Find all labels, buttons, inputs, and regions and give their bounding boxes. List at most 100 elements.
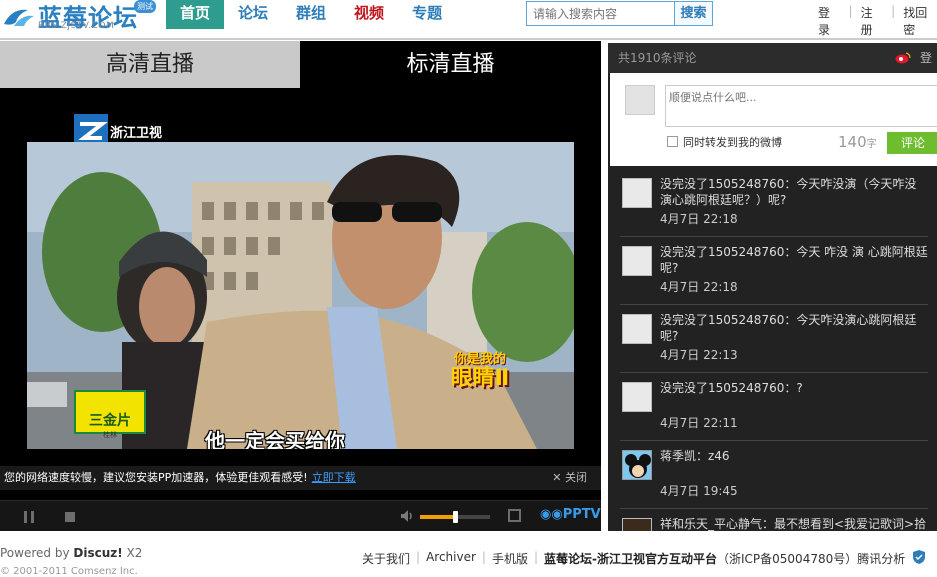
comment-text: 没完没了1505248760：今天 咋没 演 心跳阿根廷呢? — [660, 245, 928, 275]
comment-time: 4月7日 22:18 — [660, 212, 738, 226]
sponsor-logo: 三金片 桂林 — [74, 390, 146, 439]
comment-input[interactable] — [665, 85, 937, 127]
nav-home[interactable]: 首页 — [166, 0, 225, 29]
separator: | — [891, 4, 896, 18]
volume-slider[interactable] — [420, 511, 490, 523]
separator: | — [533, 550, 539, 564]
separator: | — [848, 4, 853, 18]
pptv-brand: PPTV — [562, 507, 601, 522]
show-title-main: 眼睛Ⅱ — [450, 366, 510, 391]
char-count: 140 — [838, 133, 867, 151]
list-item: 没完没了1505248760：今天 咋没 演 心跳阿根廷呢? 4月7日 22:1… — [608, 237, 937, 305]
show-title-logo: 你是我的 眼睛Ⅱ — [425, 348, 535, 392]
avatar[interactable] — [622, 450, 652, 480]
nav-divider — [0, 38, 937, 40]
comments-header: 共1910条评论 登录 — [608, 43, 937, 95]
nav-groups[interactable]: 群组 — [282, 0, 340, 29]
char-counter: 140字 — [838, 133, 877, 151]
main-nav: 首页 论坛 群组 视频 专题 — [166, 0, 456, 29]
video-subtitle: 他一定会买给你 — [205, 429, 345, 449]
video-frame[interactable]: 你是我的 眼睛Ⅱ 三金片 桂林 他一定会买给你 — [27, 142, 574, 449]
powered-by: Powered by Discuz! X2 — [0, 546, 142, 560]
nav-video[interactable]: 视频 — [340, 0, 398, 29]
comment-text: 没完没了1505248760：? — [660, 381, 803, 395]
notice-close-button[interactable]: ✕ 关闭 — [552, 466, 587, 490]
sponsor-name: 三金片 — [89, 413, 131, 429]
tab-sd-live[interactable]: 标清直播 — [300, 41, 601, 88]
powered-version: X2 — [122, 546, 143, 560]
comment-text: 没完没了1505248760：今天咋没演（今天咋没演心跳阿根廷呢？）呢? — [660, 177, 917, 207]
logo-subtitle: BBS.ZJSTV.COM — [38, 21, 115, 31]
submit-comment-button[interactable]: 评论 — [887, 132, 937, 154]
tab-hd-live[interactable]: 高清直播 — [0, 41, 300, 88]
pptv-dot-icon: ◉◉ — [540, 507, 563, 522]
avatar[interactable] — [622, 178, 652, 208]
footer-links: 关于我们 | Archiver | 手机版 | 蓝莓论坛-浙江卫视官方互动平台 … — [362, 550, 927, 567]
list-item: 没完没了1505248760：今天咋没演（今天咋没演心跳阿根廷呢？）呢? 4月7… — [608, 169, 937, 237]
notice-text: 您的网络速度较慢，建议您安装PP加速器，体验更佳观看感受! — [4, 471, 308, 484]
weibo-icon[interactable] — [895, 52, 911, 64]
comment-count: 共1910条评论 — [618, 51, 697, 65]
register-link[interactable]: 注册 — [861, 4, 884, 38]
download-link[interactable]: 立即下载 — [312, 471, 356, 484]
comments-panel: 共1910条评论 登录 同时转发到我的微博 140字 评论 没完没了150524… — [608, 43, 937, 531]
video-player: 高清直播 标清直播 浙江卫视 你是我的 眼睛Ⅱ 三金片 桂林 他一定会买给你 您… — [0, 41, 601, 531]
avatar[interactable] — [622, 246, 652, 276]
separator: | — [481, 550, 486, 564]
comment-time: 4月7日 22:11 — [660, 416, 738, 430]
recover-link[interactable]: 找回密 — [903, 4, 937, 38]
nav-forum[interactable]: 论坛 — [224, 0, 282, 29]
repost-label: 同时转发到我的微博 — [683, 136, 782, 149]
avatar[interactable] — [622, 518, 652, 531]
channel-name: 浙江卫视 — [110, 126, 163, 141]
logo-mark-icon — [4, 9, 34, 26]
powered-prefix: Powered by — [0, 546, 74, 560]
site-logo[interactable]: 蓝莓论坛 测试 BBS.ZJSTV.COM — [0, 0, 160, 34]
repost-checkbox[interactable] — [667, 136, 678, 147]
volume-knob[interactable] — [453, 511, 458, 523]
site-name-link[interactable]: 蓝莓论坛-浙江卫视官方互动平台 — [544, 550, 717, 567]
comment-time: 4月7日 22:13 — [660, 348, 738, 362]
separator: | — [416, 550, 421, 564]
comment-time: 4月7日 22:18 — [660, 280, 738, 294]
discuz-link[interactable]: Discuz! — [73, 546, 122, 560]
comment-compose: 同时转发到我的微博 140字 评论 — [610, 73, 937, 166]
comment-text: 蒋季凯：z46 — [660, 449, 730, 463]
list-item: 没完没了1505248760：今天咋没演心跳阿根廷呢? 4月7日 22:13 — [608, 305, 937, 373]
show-title-top: 你是我的 — [453, 352, 506, 367]
mickey-avatar-icon — [623, 451, 651, 479]
pptv-logo: ◉◉PPTV — [540, 507, 601, 522]
about-link[interactable]: 关于我们 — [362, 550, 410, 567]
login-link[interactable]: 登录 — [818, 4, 841, 38]
fullscreen-icon[interactable] — [508, 509, 521, 522]
comment-text: 祥和乐天_平心静气：最不想看到<我爱记歌词>拾 — [660, 517, 927, 531]
user-links: 登录 | 注册 | 找回密 — [818, 4, 937, 38]
search-input[interactable] — [527, 2, 675, 25]
search-box: 搜索 — [526, 1, 713, 26]
search-button[interactable]: 搜索 — [674, 2, 712, 25]
icp-link[interactable]: （浙ICP备05004780号） — [717, 550, 857, 567]
stop-icon[interactable] — [65, 512, 75, 522]
security-badge-icon[interactable] — [911, 549, 927, 565]
archiver-link[interactable]: Archiver — [426, 550, 476, 567]
comment-text: 没完没了1505248760：今天咋没演心跳阿根廷呢? — [660, 313, 917, 343]
char-unit: 字 — [866, 139, 877, 150]
page-footer: Powered by Discuz! X2 © 2001-2011 Comsen… — [0, 538, 937, 577]
pause-icon[interactable] — [24, 511, 36, 523]
mobile-link[interactable]: 手机版 — [492, 550, 528, 567]
volume-icon[interactable] — [399, 508, 415, 524]
stats-link[interactable]: 腾讯分析 — [857, 550, 905, 567]
comment-list: 没完没了1505248760：今天咋没演（今天咋没演心跳阿根廷呢？）呢? 4月7… — [608, 169, 937, 531]
avatar[interactable] — [622, 382, 652, 412]
avatar — [625, 85, 655, 115]
sponsor-sub: 桂林 — [103, 431, 117, 439]
logo-badge: 测试 — [134, 0, 156, 13]
nav-topics[interactable]: 专题 — [398, 0, 456, 29]
avatar[interactable] — [622, 314, 652, 344]
comment-time: 4月7日 19:45 — [660, 484, 738, 498]
speed-notice: 您的网络速度较慢，建议您安装PP加速器，体验更佳观看感受! 立即下载 ✕ 关闭 — [0, 466, 601, 490]
player-controls: ◉◉PPTV — [0, 500, 601, 531]
top-bar: 蓝莓论坛 测试 BBS.ZJSTV.COM 首页 论坛 群组 视频 专题 搜索 … — [0, 0, 937, 38]
list-item: 祥和乐天_平心静气：最不想看到<我爱记歌词>拾 — [608, 509, 937, 531]
list-item: 蒋季凯：z46 4月7日 19:45 — [608, 441, 937, 509]
